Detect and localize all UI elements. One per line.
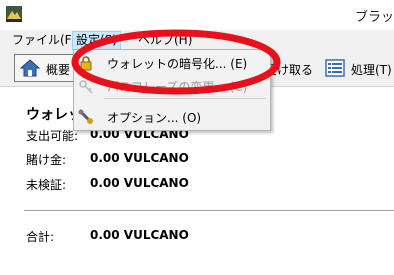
menu-separator [104, 98, 266, 99]
options-label: オプション... (O) [107, 111, 202, 125]
menu-bar: ファイル(F) 設定(S) ヘルプ(H) [0, 30, 394, 50]
overview-button[interactable]: 概要 [14, 54, 80, 82]
change-passphrase-label: パスフレーズの変更... (C) [107, 80, 248, 94]
stake-label: 賭け金: [26, 153, 67, 167]
title-bar: ブラック [0, 0, 394, 30]
menu-item-options[interactable]: オプション... (O) [74, 106, 270, 128]
menu-help[interactable]: ヘルプ(H) [135, 32, 195, 49]
unconfirmed-label: 未検証: [26, 178, 67, 192]
receive-label: 受け取る [265, 63, 314, 77]
list-icon [325, 59, 345, 77]
key-icon [79, 80, 93, 94]
encrypt-wallet-label: ウォレットの暗号化... (E) [107, 57, 248, 71]
app-icon [6, 6, 22, 22]
settings-dropdown: ウォレットの暗号化... (E) パスフレーズの変更... (C) オプション.… [73, 49, 271, 131]
stake-value: 0.00 VULCANO [90, 151, 189, 165]
overview-label: 概要 [46, 63, 71, 77]
total-label: 合計: [26, 230, 55, 244]
menu-file[interactable]: ファイル(F) [9, 32, 79, 49]
spendable-label: 支出可能: [26, 129, 79, 143]
balance-divider [24, 210, 394, 211]
transactions-button[interactable]: 処理(T) [322, 54, 394, 82]
home-icon [20, 59, 40, 77]
transactions-label: 処理(T) [351, 63, 392, 77]
window-title: ブラック [355, 10, 394, 25]
menu-settings[interactable]: 設定(S) [72, 31, 121, 50]
wrench-icon [78, 109, 93, 124]
total-value: 0.00 VULCANO [90, 228, 189, 242]
menu-item-change-passphrase[interactable]: パスフレーズの変更... (C) [74, 75, 270, 97]
unconfirmed-value: 0.00 VULCANO [90, 176, 189, 190]
menu-item-encrypt-wallet[interactable]: ウォレットの暗号化... (E) [74, 52, 270, 74]
lock-icon [80, 56, 92, 71]
